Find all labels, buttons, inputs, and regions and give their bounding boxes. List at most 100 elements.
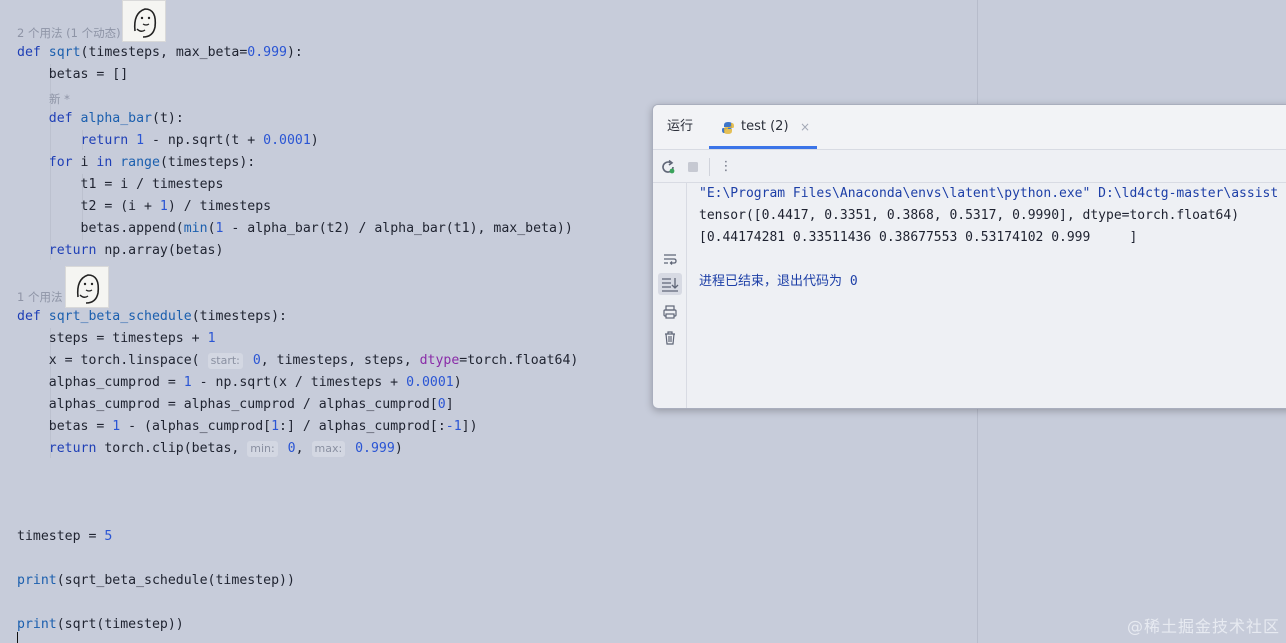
- builtin-name: min: [183, 221, 208, 236]
- active-tab-indicator: [709, 146, 817, 149]
- code-text: i: [72, 155, 97, 170]
- number-literal: 0.999: [347, 441, 395, 456]
- code-text: t2 = (i +: [17, 199, 160, 214]
- stop-icon[interactable]: [685, 159, 701, 175]
- keyword: def: [17, 45, 41, 60]
- code-line[interactable]: def sqrt(timesteps, max_beta=0.999):: [17, 42, 303, 64]
- code-text: t1 = i / timesteps: [17, 177, 224, 192]
- author-avatar: [122, 0, 166, 42]
- new-marker: 新 *: [49, 92, 70, 106]
- code-text: ): [394, 441, 403, 456]
- python-icon: [721, 120, 735, 134]
- tab-test[interactable]: test (2): [741, 105, 789, 149]
- code-text: ,: [295, 441, 312, 456]
- number-literal: 1: [128, 133, 145, 148]
- code-text: betas =: [17, 419, 113, 434]
- code-text: , timesteps, steps,: [260, 353, 420, 368]
- print-icon[interactable]: [662, 304, 678, 320]
- number-literal: 0.0001: [263, 133, 311, 148]
- scroll-to-end-icon[interactable]: [658, 273, 682, 295]
- avatar-sketch-icon: [133, 8, 157, 38]
- code-line[interactable]: t1 = i / timesteps: [17, 174, 224, 196]
- code-line[interactable]: print(sqrt_beta_schedule(timestep)): [17, 570, 295, 592]
- code-line[interactable]: return torch.clip(betas, min: 0, max: 0.…: [17, 438, 403, 460]
- run-toolbar: ⋮: [653, 150, 1286, 183]
- rerun-icon[interactable]: [660, 159, 676, 175]
- code-text: timestep =: [17, 529, 105, 544]
- code-text: steps = timesteps +: [17, 331, 208, 346]
- process-finished-message: 进程已结束，退出代码为 0: [699, 274, 858, 289]
- code-text: np.array(betas): [96, 243, 224, 258]
- code-line[interactable]: betas.append(min(1 - alpha_bar(t2) / alp…: [17, 218, 573, 240]
- code-text: =torch.float64): [459, 353, 579, 368]
- keyword: for: [17, 155, 73, 170]
- avatar-sketch-icon: [76, 274, 100, 304]
- code-text: ):: [286, 45, 303, 60]
- code-line[interactable]: x = torch.linspace( start: 0, timesteps,…: [17, 350, 578, 372]
- code-text: (timesteps):: [159, 155, 256, 170]
- code-line[interactable]: betas = []: [17, 64, 128, 86]
- run-tab-bar: 运行 test (2) ×: [653, 105, 1286, 150]
- param-hint: min:: [247, 441, 278, 457]
- code-line[interactable]: alphas_cumprod = 1 - np.sqrt(x / timeste…: [17, 372, 462, 394]
- code-text: torch.clip(betas,: [96, 441, 248, 456]
- code-text: betas = []: [17, 67, 129, 82]
- keyword: in: [96, 155, 113, 170]
- number-literal: 5: [104, 529, 113, 544]
- keyword: def: [17, 309, 41, 324]
- code-line[interactable]: return 1 - np.sqrt(t + 0.0001): [17, 130, 319, 152]
- code-text: :] / alphas_cumprod[:: [279, 419, 446, 434]
- keyword: return: [17, 133, 129, 148]
- soft-wrap-icon[interactable]: [662, 251, 678, 267]
- number-literal: 1: [159, 199, 168, 214]
- code-text: - alpha_bar(t2) / alpha_bar(t1), max_bet…: [223, 221, 573, 236]
- param-hint: start:: [207, 353, 243, 369]
- code-text: x = torch.linspace(: [17, 353, 208, 368]
- code-text: (timesteps):: [191, 309, 287, 324]
- usage-hint[interactable]: 2 个用法 (1 个动态): [17, 25, 121, 41]
- builtin-name: range: [112, 155, 160, 170]
- run-tool-window[interactable]: 运行 test (2) × ⋮ "E:\Program Files\Anacon…: [652, 104, 1286, 409]
- param-hint: max:: [311, 441, 346, 457]
- console-output-line: tensor([0.4417, 0.3351, 0.3868, 0.5317, …: [699, 208, 1240, 223]
- code-text: ) / timesteps: [167, 199, 272, 214]
- watermark: @稀土掘金技术社区: [1126, 617, 1280, 636]
- tab-run[interactable]: 运行: [667, 105, 693, 149]
- code-text: - np.sqrt(t +: [144, 133, 264, 148]
- number-literal: 0.999: [247, 45, 287, 60]
- number-literal: 0: [437, 397, 446, 412]
- number-literal: 0: [279, 441, 296, 456]
- number-literal: 1: [183, 375, 192, 390]
- named-arg: dtype: [419, 353, 460, 368]
- code-text: betas.append(: [17, 221, 184, 236]
- keyword: def: [17, 111, 73, 126]
- console-output-line: [0.44174281 0.33511436 0.38677553 0.5317…: [699, 230, 1138, 245]
- trash-icon[interactable]: [662, 330, 678, 346]
- code-line[interactable]: timestep = 5: [17, 526, 112, 548]
- number-literal: 1: [207, 331, 216, 346]
- keyword: return: [17, 441, 97, 456]
- code-text: - np.sqrt(x / timesteps +: [191, 375, 407, 390]
- code-line[interactable]: alphas_cumprod = alphas_cumprod / alphas…: [17, 394, 454, 416]
- close-tab-icon[interactable]: ×: [800, 105, 810, 149]
- more-options-icon[interactable]: ⋮: [718, 159, 734, 175]
- usage-hint[interactable]: 1 个用法: [17, 289, 62, 305]
- code-text: alphas_cumprod = alphas_cumprod / alphas…: [17, 397, 438, 412]
- console-command-line[interactable]: "E:\Program Files\Anaconda\envs\latent\p…: [699, 183, 1278, 205]
- number-literal: 1: [271, 419, 280, 434]
- code-line[interactable]: def sqrt_beta_schedule(timesteps):: [17, 306, 287, 328]
- code-line[interactable]: steps = timesteps + 1: [17, 328, 216, 350]
- function-name: alpha_bar: [80, 111, 152, 126]
- code-line[interactable]: betas = 1 - (alphas_cumprod[1:] / alphas…: [17, 416, 478, 438]
- code-text: ): [310, 133, 319, 148]
- code-text: ]: [445, 397, 454, 412]
- code-line[interactable]: def alpha_bar(t):: [17, 108, 184, 130]
- code-line[interactable]: print(sqrt(timestep)): [17, 614, 184, 636]
- code-text: - (alphas_cumprod[: [120, 419, 272, 434]
- builtin-name: print: [17, 573, 57, 588]
- keyword: return: [17, 243, 97, 258]
- code-line[interactable]: return np.array(betas): [17, 240, 224, 262]
- code-line[interactable]: t2 = (i + 1) / timesteps: [17, 196, 272, 218]
- number-literal: 0.0001: [406, 375, 454, 390]
- code-line[interactable]: for i in range(timesteps):: [17, 152, 255, 174]
